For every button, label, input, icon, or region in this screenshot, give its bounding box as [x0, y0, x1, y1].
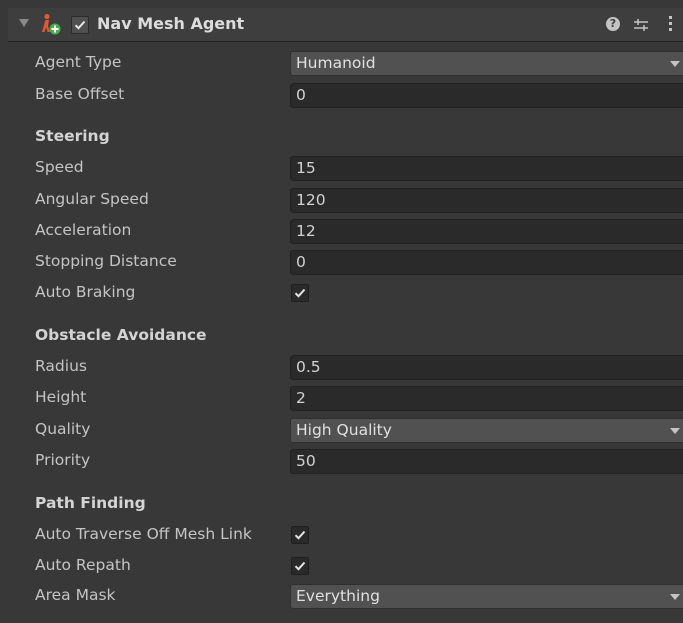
- auto-braking-row: Auto Braking: [8, 278, 683, 309]
- height-row: Height 2: [8, 383, 683, 414]
- auto-traverse-row: Auto Traverse Off Mesh Link: [8, 520, 683, 551]
- speed-field[interactable]: 15: [290, 156, 683, 181]
- nav-mesh-agent-icon: [38, 13, 64, 35]
- area-mask-label: Area Mask: [35, 586, 116, 604]
- radius-field[interactable]: 0.5: [290, 355, 683, 380]
- obstacle-avoidance-header: Obstacle Avoidance: [35, 326, 207, 344]
- stopping-distance-label: Stopping Distance: [35, 252, 177, 270]
- context-menu-icon[interactable]: [668, 16, 674, 32]
- dropdown-arrow-icon: [670, 428, 680, 434]
- quality-row: Quality High Quality: [8, 415, 683, 446]
- checkmark-icon: [294, 288, 306, 298]
- auto-braking-label: Auto Braking: [35, 283, 136, 301]
- auto-repath-label: Auto Repath: [35, 556, 131, 574]
- agent-type-dropdown[interactable]: Humanoid: [290, 51, 683, 76]
- auto-braking-checkbox[interactable]: [291, 284, 309, 302]
- dropdown-arrow-icon: [670, 594, 680, 600]
- help-icon[interactable]: ?: [606, 17, 620, 31]
- auto-repath-row: Auto Repath: [8, 551, 683, 582]
- angular-speed-field[interactable]: 120: [290, 188, 683, 213]
- height-field[interactable]: 2: [290, 386, 683, 411]
- preset-icon[interactable]: [633, 17, 649, 33]
- auto-repath-checkbox[interactable]: [291, 557, 309, 575]
- acceleration-row: Acceleration 12: [8, 216, 683, 247]
- speed-label: Speed: [35, 158, 84, 176]
- area-mask-row: Area Mask Everything: [8, 581, 683, 612]
- component-header[interactable]: Nav Mesh Agent ?: [8, 8, 683, 42]
- inspector-panel: Nav Mesh Agent ? Agent Type Humanoid Bas…: [0, 0, 683, 623]
- height-label: Height: [35, 388, 87, 406]
- acceleration-label: Acceleration: [35, 221, 132, 239]
- stopping-distance-field[interactable]: 0: [290, 250, 683, 275]
- auto-traverse-checkbox[interactable]: [291, 526, 309, 544]
- radius-row: Radius 0.5: [8, 352, 683, 383]
- agent-type-value: Humanoid: [296, 54, 376, 72]
- priority-field[interactable]: 50: [290, 449, 683, 474]
- stopping-distance-row: Stopping Distance 0: [8, 247, 683, 278]
- checkmark-icon: [294, 530, 306, 540]
- angular-speed-row: Angular Speed 120: [8, 185, 683, 216]
- speed-row: Speed 15: [8, 153, 683, 184]
- auto-traverse-label: Auto Traverse Off Mesh Link: [35, 525, 252, 543]
- agent-type-label: Agent Type: [35, 53, 122, 71]
- area-mask-dropdown[interactable]: Everything: [290, 584, 683, 609]
- checkmark-icon: [74, 20, 86, 30]
- priority-row: Priority 50: [8, 446, 683, 477]
- base-offset-label: Base Offset: [35, 85, 125, 103]
- checkmark-icon: [294, 561, 306, 571]
- foldout-arrow-icon[interactable]: [19, 19, 29, 27]
- base-offset-field[interactable]: 0: [290, 83, 683, 108]
- component-title: Nav Mesh Agent: [97, 14, 245, 33]
- agent-type-row: Agent Type Humanoid: [8, 48, 683, 79]
- quality-value: High Quality: [296, 421, 392, 439]
- priority-label: Priority: [35, 451, 91, 469]
- angular-speed-label: Angular Speed: [35, 190, 149, 208]
- radius-label: Radius: [35, 357, 87, 375]
- acceleration-field[interactable]: 12: [290, 219, 683, 244]
- quality-dropdown[interactable]: High Quality: [290, 418, 683, 443]
- base-offset-row: Base Offset 0: [8, 80, 683, 111]
- steering-header: Steering: [35, 127, 110, 145]
- dropdown-arrow-icon: [670, 61, 680, 67]
- path-finding-header: Path Finding: [35, 494, 146, 512]
- component-enabled-checkbox[interactable]: [71, 16, 89, 34]
- area-mask-value: Everything: [296, 587, 380, 605]
- quality-label: Quality: [35, 420, 91, 438]
